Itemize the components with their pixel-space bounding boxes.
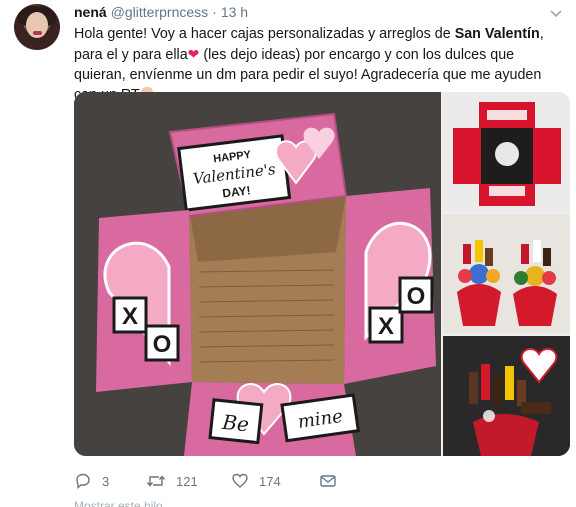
tweet-header: nená @glitterprncess · 13 h bbox=[74, 4, 248, 24]
heart-icon bbox=[232, 473, 248, 488]
photo-valentine-box[interactable]: HAPPY Valentine's DAY! X O X O Be mine bbox=[74, 92, 441, 456]
tweet-text-bold: San Valentín bbox=[454, 26, 540, 42]
tweet[interactable]: nená @glitterprncess · 13 h Hola gente! … bbox=[0, 0, 576, 507]
left-o: O bbox=[153, 331, 172, 358]
retweet-button[interactable]: 121 bbox=[146, 472, 198, 490]
red-box-illustration bbox=[443, 92, 570, 212]
direct-message-button[interactable] bbox=[319, 472, 337, 490]
avatar[interactable] bbox=[14, 4, 60, 50]
user-name[interactable]: nená bbox=[74, 4, 107, 20]
reply-count: 3 bbox=[102, 473, 110, 489]
chevron-down-icon[interactable] bbox=[549, 6, 563, 20]
avatar-lip bbox=[33, 31, 42, 35]
candy-bouquets-illustration bbox=[443, 214, 570, 334]
chocolate-bouquet-illustration bbox=[443, 336, 570, 456]
retweet-count: 121 bbox=[176, 473, 198, 489]
separator-dot: · bbox=[212, 4, 217, 20]
right-o: O bbox=[407, 283, 426, 310]
valentine-box-illustration: HAPPY Valentine's DAY! X O X O Be mine bbox=[74, 92, 441, 456]
photo-chocolate-bouquet[interactable] bbox=[443, 336, 570, 456]
like-count: 174 bbox=[259, 473, 281, 489]
show-thread-link[interactable]: Mostrar este hilo bbox=[74, 499, 163, 507]
like-button[interactable]: 174 bbox=[231, 472, 281, 490]
reply-icon bbox=[76, 473, 90, 489]
reply-button[interactable]: 3 bbox=[74, 472, 109, 490]
right-x: X bbox=[378, 313, 394, 340]
user-handle[interactable]: @glitterprncess bbox=[111, 4, 208, 20]
retweet-icon bbox=[146, 475, 166, 487]
label-be: Be bbox=[220, 410, 250, 437]
left-x: X bbox=[122, 303, 138, 330]
media-grid: HAPPY Valentine's DAY! X O X O Be mine bbox=[74, 92, 570, 456]
photo-red-box[interactable] bbox=[443, 92, 570, 212]
heart-emoji: ❤ bbox=[187, 46, 200, 62]
envelope-icon bbox=[320, 475, 336, 487]
tweet-timestamp[interactable]: 13 h bbox=[221, 4, 248, 20]
tweet-text-part1: Hola gente! Voy a hacer cajas personaliz… bbox=[74, 26, 455, 42]
photo-candy-bouquets[interactable] bbox=[443, 214, 570, 334]
